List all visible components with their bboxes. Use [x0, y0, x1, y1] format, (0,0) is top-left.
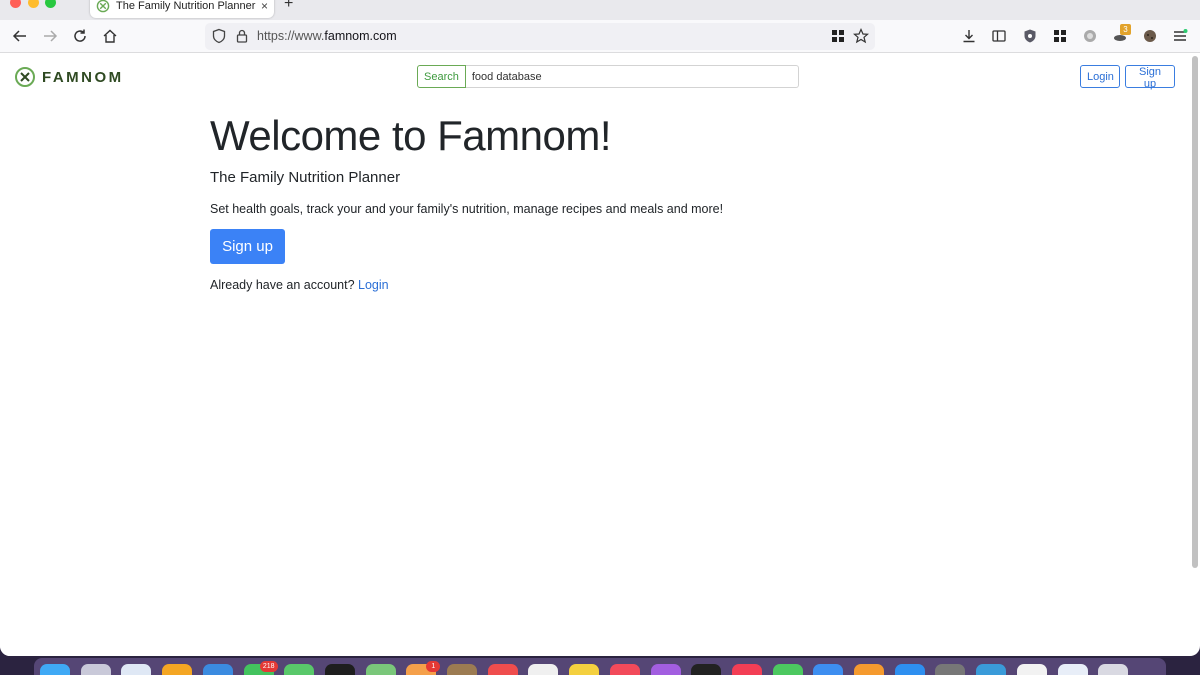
- dock-settings-icon[interactable]: [935, 664, 966, 675]
- extension-globe-icon[interactable]: [1081, 27, 1099, 45]
- lock-icon[interactable]: [233, 27, 251, 45]
- downloads-icon[interactable]: [960, 27, 978, 45]
- logo-text: FAMNOM: [42, 68, 124, 86]
- dock-keynote-icon[interactable]: [813, 664, 844, 675]
- bookmark-star-icon[interactable]: [852, 27, 870, 45]
- dock-maps-icon[interactable]: [365, 664, 396, 675]
- dock-podcasts-icon[interactable]: [650, 664, 681, 675]
- dock-firefox-alt-icon[interactable]: [1016, 664, 1047, 675]
- dock-safari-icon[interactable]: [121, 664, 152, 675]
- tab-strip: The Family Nutrition Planner - F × +: [0, 0, 1200, 20]
- search-button[interactable]: Search: [417, 65, 466, 88]
- dock-chrome-icon[interactable]: [1057, 664, 1088, 675]
- dock-music-icon[interactable]: [609, 664, 640, 675]
- url-domain: famnom.com: [324, 29, 397, 43]
- dock-calendar-app-icon[interactable]: [202, 664, 233, 675]
- dock-calendar-icon[interactable]: [487, 664, 518, 675]
- nav-signup-button[interactable]: Sign up: [1125, 65, 1175, 90]
- dock-xcode-icon[interactable]: [894, 664, 925, 675]
- macos-dock: 218 1: [34, 658, 1166, 675]
- shield-icon[interactable]: [210, 27, 228, 45]
- forward-arrow-icon[interactable]: [41, 27, 59, 45]
- extension-count-badge: 3: [1120, 24, 1131, 35]
- famnom-logo[interactable]: FAMNOM: [14, 66, 124, 88]
- dock-stickies-icon[interactable]: [569, 664, 600, 675]
- dock-messages-icon[interactable]: 218: [243, 661, 278, 675]
- dock-pages-icon[interactable]: [854, 664, 884, 675]
- famnom-logo-icon: [15, 67, 35, 87]
- dock-badge: 218: [259, 661, 278, 672]
- dock-sketch-icon[interactable]: [162, 664, 193, 675]
- qr-grid-icon[interactable]: [829, 27, 847, 45]
- nav-login-button[interactable]: Login: [1080, 65, 1120, 88]
- hero-subtitle: The Family Nutrition Planner: [210, 169, 401, 186]
- hero-description: Set health goals, track your and your fa…: [210, 202, 724, 216]
- dock-trash-icon[interactable]: [1098, 664, 1129, 675]
- new-tab-button[interactable]: +: [284, 0, 293, 13]
- tab-close-icon[interactable]: ×: [261, 0, 268, 13]
- minimize-window-button[interactable]: [28, 0, 39, 8]
- dock-terminal-icon[interactable]: [324, 664, 355, 675]
- address-bar[interactable]: https://www.famnom.com: [205, 23, 875, 50]
- page-scrollbar[interactable]: [1192, 56, 1198, 568]
- close-window-button[interactable]: [10, 0, 21, 8]
- home-icon[interactable]: [101, 27, 119, 45]
- dock-finder-icon[interactable]: [40, 664, 70, 675]
- dock-photos-icon[interactable]: 1: [406, 661, 441, 675]
- dock-vscode-icon[interactable]: [976, 664, 1007, 675]
- browser-toolbar: https://www.famnom.com 3: [0, 20, 1200, 53]
- web-page: FAMNOM Search Login Sign up Welcome to F…: [0, 54, 1190, 656]
- site-search: Search: [417, 65, 799, 88]
- reload-icon[interactable]: [71, 27, 89, 45]
- extension-badge-icon[interactable]: 3: [1111, 24, 1131, 45]
- dock-news-icon[interactable]: [731, 664, 762, 675]
- browser-tab-active[interactable]: The Family Nutrition Planner - F ×: [90, 0, 274, 18]
- url-text[interactable]: https://www.famnom.com: [257, 29, 397, 43]
- ublock-shield-icon[interactable]: [1021, 27, 1039, 45]
- cookie-extension-icon[interactable]: [1141, 27, 1159, 45]
- dock-notes-brown-icon[interactable]: [447, 664, 477, 675]
- dock-facetime-icon[interactable]: [284, 664, 315, 675]
- browser-window: The Family Nutrition Planner - F × + htt…: [0, 0, 1200, 656]
- menu-hamburger-icon[interactable]: [1171, 27, 1189, 45]
- zoom-window-button[interactable]: [45, 0, 56, 8]
- hero-login-link[interactable]: Login: [358, 278, 389, 292]
- famnom-favicon-icon: [96, 0, 110, 13]
- search-input[interactable]: [465, 65, 799, 88]
- login-prompt-line: Already have an account? Login: [210, 278, 389, 292]
- dock-badge: 1: [426, 661, 441, 672]
- sidebar-toggle-icon[interactable]: [990, 27, 1008, 45]
- url-prefix: https://www.: [257, 29, 325, 43]
- dock-numbers-icon[interactable]: [772, 664, 803, 675]
- back-arrow-icon[interactable]: [11, 27, 29, 45]
- dock-tv-icon[interactable]: [691, 664, 722, 675]
- login-prompt-text: Already have an account?: [210, 278, 355, 292]
- extensions-grid-icon[interactable]: [1051, 27, 1069, 45]
- hero-title: Welcome to Famnom!: [210, 112, 612, 159]
- tab-title: The Family Nutrition Planner - F: [116, 0, 257, 12]
- dock-launchpad-icon[interactable]: [80, 664, 111, 675]
- dock-reminders-icon[interactable]: [528, 664, 559, 675]
- hero-signup-button[interactable]: Sign up: [210, 229, 285, 264]
